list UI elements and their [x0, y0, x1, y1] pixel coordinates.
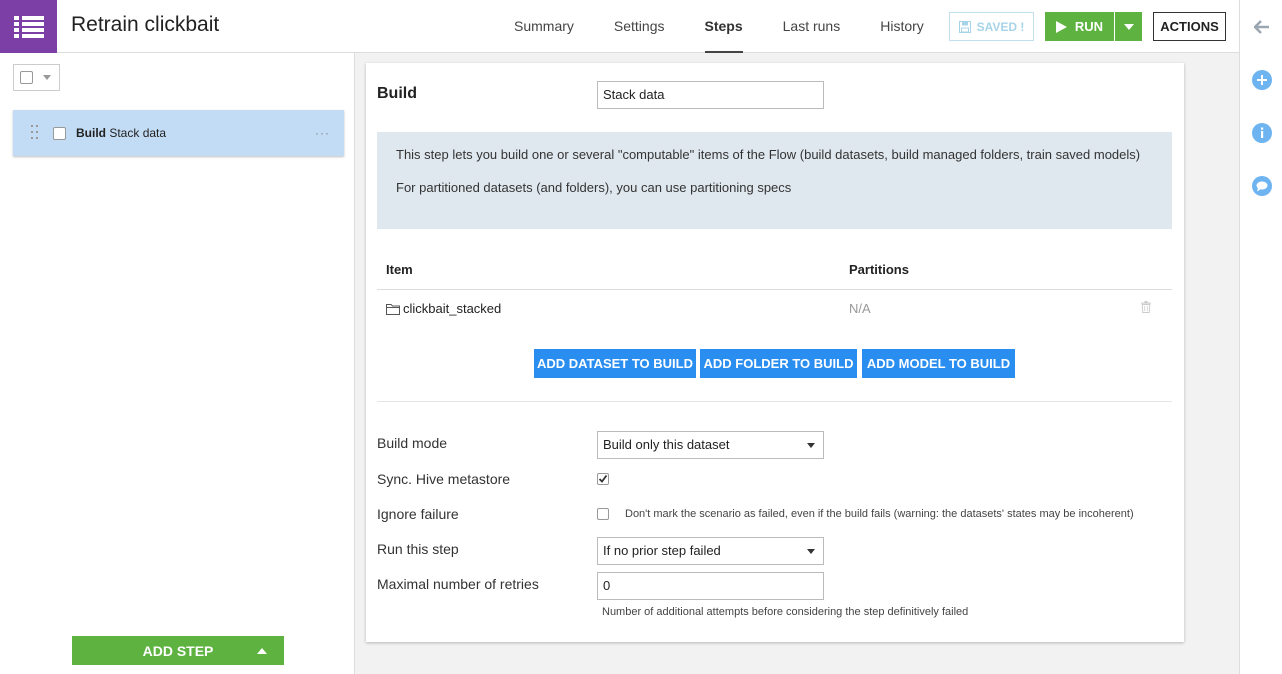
folder-icon [386, 303, 400, 315]
select-all-checkbox[interactable] [20, 71, 33, 84]
right-rail [1239, 0, 1282, 674]
table-row: clickbait_stacked N/A [377, 290, 1172, 328]
table-cell-item: clickbait_stacked [386, 301, 501, 316]
run-dropdown-button[interactable] [1115, 12, 1142, 41]
step-name-input[interactable]: Stack data [597, 81, 824, 109]
divider [377, 401, 1172, 402]
caret-up-icon [257, 648, 267, 654]
caret-down-icon [807, 443, 815, 448]
ellipsis-icon[interactable]: ··· [315, 126, 330, 140]
add-step-label: ADD STEP [142, 642, 214, 659]
page-title: Retrain clickbait [71, 13, 220, 36]
run-this-step-value: If no prior step failed [603, 543, 721, 558]
caret-down-icon [1123, 23, 1134, 30]
build-mode-value: Build only this dataset [603, 437, 730, 452]
actions-button[interactable]: ACTIONS [1153, 12, 1226, 41]
info-text-1: This step lets you build one or several … [396, 147, 1141, 162]
tab-steps[interactable]: Steps [685, 0, 763, 53]
nav-tabs: Summary Settings Steps Last runs History [494, 0, 944, 53]
add-dataset-button[interactable]: ADD DATASET TO BUILD [534, 349, 696, 378]
max-retries-input[interactable]: 0 [597, 572, 824, 600]
max-retries-help: Number of additional attempts before con… [602, 606, 969, 618]
run-button[interactable]: RUN [1045, 12, 1114, 41]
scenario-logo[interactable] [0, 0, 57, 53]
caret-down-icon [807, 549, 815, 554]
run-label: RUN [1074, 19, 1104, 34]
tab-summary[interactable]: Summary [494, 0, 594, 53]
column-header-item: Item [386, 262, 413, 277]
ignore-failure-label: Ignore failure [377, 506, 459, 522]
run-this-step-label: Run this step [377, 541, 459, 557]
sync-hive-checkbox[interactable] [597, 473, 609, 485]
add-circle-icon[interactable] [1252, 70, 1272, 90]
back-arrow-icon[interactable] [1252, 17, 1272, 37]
list-icon [13, 15, 44, 38]
build-mode-label: Build mode [377, 435, 448, 451]
play-icon [1055, 20, 1067, 33]
run-this-step-select[interactable]: If no prior step failed [597, 537, 824, 565]
step-checkbox[interactable] [53, 126, 66, 140]
tab-last-runs[interactable]: Last runs [763, 0, 861, 53]
chevron-down-icon [43, 75, 51, 80]
column-header-partitions: Partitions [849, 262, 909, 277]
top-header: Retrain clickbait Summary Settings Steps… [0, 0, 1239, 53]
steps-list-panel: Build Stack data ··· ADD STEP [0, 53, 355, 674]
step-editor-card: Build Stack data This step lets you buil… [366, 63, 1184, 642]
table-cell-partitions: N/A [849, 301, 871, 316]
build-mode-select[interactable]: Build only this dataset [597, 431, 824, 459]
step-label: Build Stack data [76, 126, 166, 140]
add-folder-button[interactable]: ADD FOLDER TO BUILD [700, 349, 857, 378]
tab-settings[interactable]: Settings [594, 0, 685, 53]
saved-label: SAVED ! [976, 19, 1025, 34]
add-step-button[interactable]: ADD STEP [72, 636, 284, 665]
step-name: Stack data [109, 126, 167, 140]
save-icon [958, 20, 971, 33]
tab-history[interactable]: History [860, 0, 944, 53]
step-title: Build [377, 85, 417, 102]
add-model-button[interactable]: ADD MODEL TO BUILD [862, 349, 1015, 378]
step-item[interactable]: Build Stack data ··· [13, 110, 344, 156]
discussion-icon[interactable] [1252, 176, 1272, 196]
item-name[interactable]: clickbait_stacked [403, 301, 501, 316]
drag-handle-icon[interactable] [31, 125, 39, 141]
info-text-2: For partitioned datasets (and folders), … [396, 180, 792, 195]
info-circle-icon[interactable] [1252, 123, 1272, 143]
max-retries-label: Maximal number of retries [377, 576, 539, 592]
items-table-header: Item Partitions [377, 252, 1172, 290]
select-all-dropdown[interactable] [13, 64, 60, 91]
trash-icon[interactable] [1141, 301, 1151, 316]
ignore-failure-help: Don't mark the scenario as failed, even … [625, 508, 1134, 520]
sync-hive-label: Sync. Hive metastore [377, 471, 511, 487]
info-box: This step lets you build one or several … [377, 132, 1172, 229]
ignore-failure-checkbox[interactable] [597, 508, 609, 520]
step-type: Build [76, 126, 106, 140]
saved-button[interactable]: SAVED ! [949, 12, 1034, 41]
checkmark-icon [598, 474, 608, 483]
